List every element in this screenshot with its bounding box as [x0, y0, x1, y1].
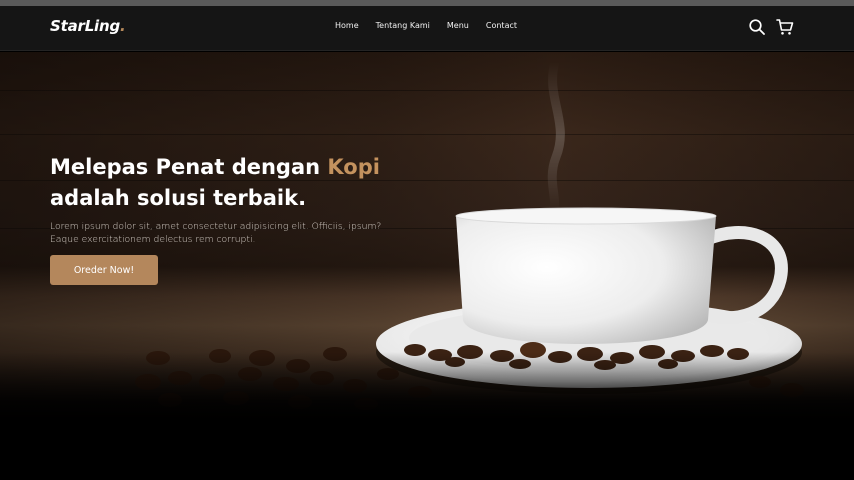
- cup-rim: [455, 207, 717, 225]
- search-icon[interactable]: [748, 18, 766, 36]
- hero-bottom-fade: [0, 352, 854, 422]
- nav-icons: [748, 18, 794, 36]
- nav-link-home[interactable]: Home: [335, 21, 359, 30]
- logo-accent-dot: .: [120, 17, 126, 35]
- navbar: StarLing. Home Tentang Kami Menu Contact: [0, 6, 854, 51]
- cup-body: [456, 216, 716, 344]
- nav-link-tentang-kami[interactable]: Tentang Kami: [376, 21, 430, 30]
- hero-description: Lorem ipsum dolor sit, amet consectetur …: [50, 221, 382, 245]
- order-now-button[interactable]: Oreder Now!: [50, 255, 158, 285]
- hero-title-part2: adalah solusi terbaik.: [50, 186, 307, 210]
- brand-logo[interactable]: StarLing.: [50, 17, 126, 35]
- logo-text: StarLing: [50, 17, 121, 35]
- hero-title-part1: Melepas Penat dengan: [50, 155, 328, 179]
- steam-wisp: [547, 57, 565, 217]
- nav-links: Home Tentang Kami Menu Contact: [335, 21, 534, 30]
- cart-icon[interactable]: [776, 18, 794, 36]
- cup-handle: [702, 226, 788, 325]
- nav-link-menu[interactable]: Menu: [447, 21, 469, 30]
- hero-title: Melepas Penat dengan Kopi adalah solusi …: [50, 152, 450, 214]
- page-bottom-section: [0, 418, 854, 480]
- nav-link-contact[interactable]: Contact: [486, 21, 517, 30]
- hero-title-highlight: Kopi: [327, 155, 380, 179]
